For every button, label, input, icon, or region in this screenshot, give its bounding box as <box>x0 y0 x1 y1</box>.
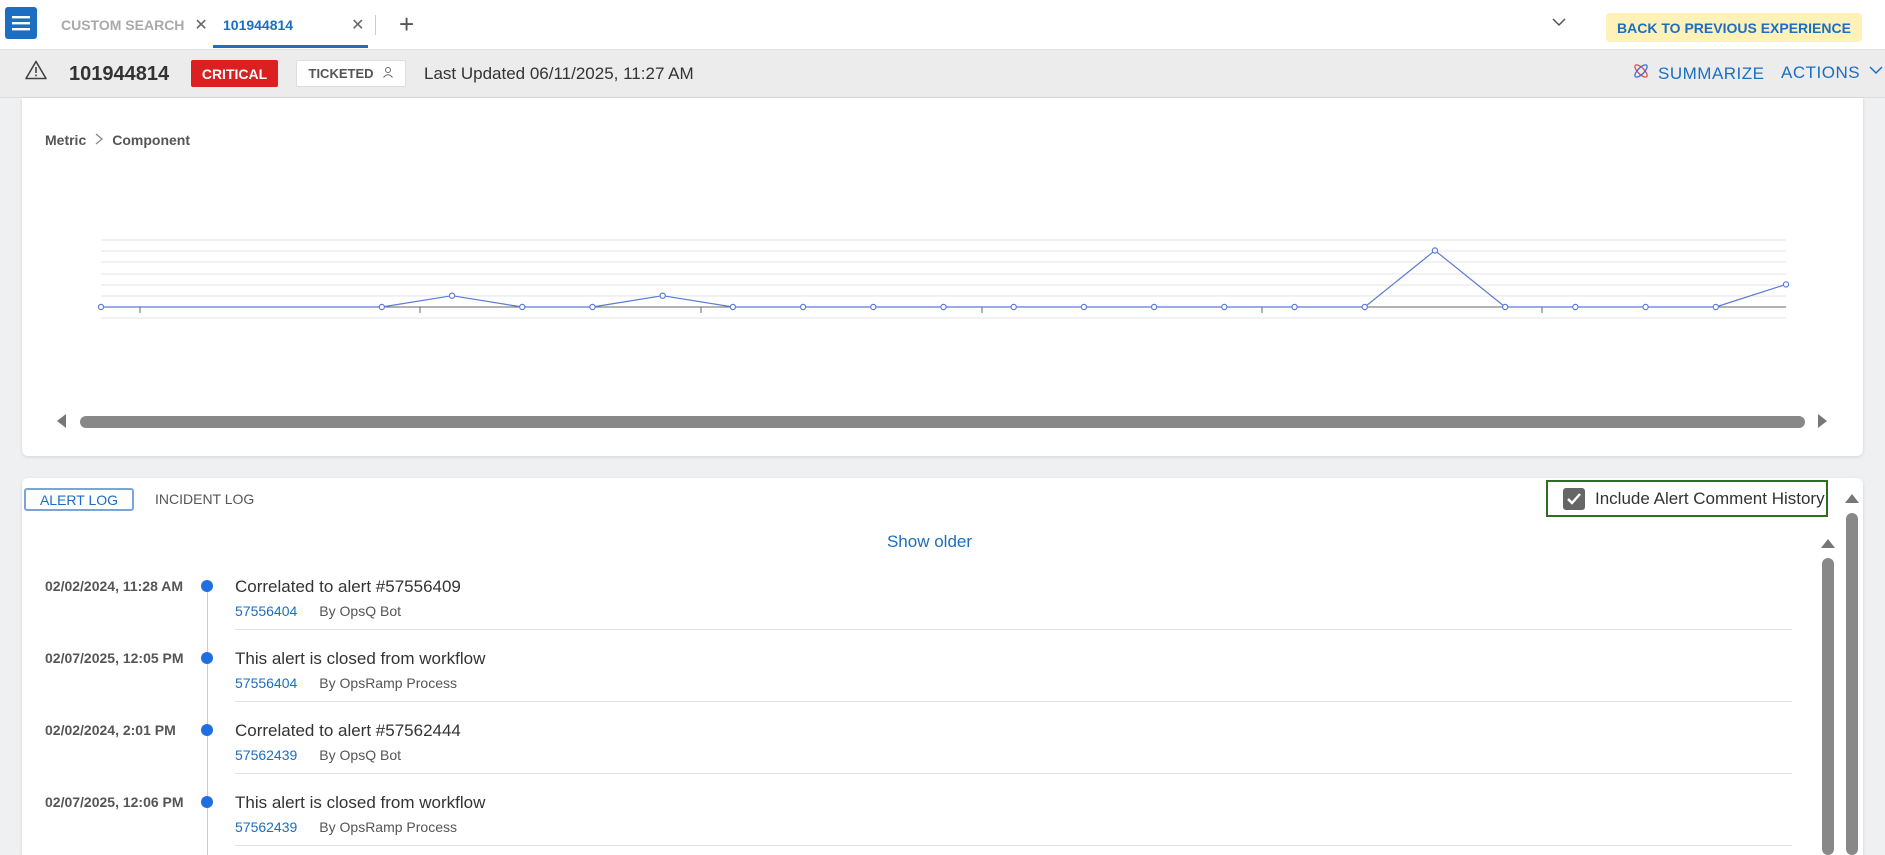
close-icon[interactable]: ✕ <box>194 15 207 35</box>
ticketed-label: TICKETED <box>308 66 374 81</box>
chart-data-point <box>519 303 526 311</box>
tab-divider <box>375 15 376 35</box>
back-to-previous-experience-button[interactable]: BACK TO PREVIOUS EXPERIENCE <box>1606 13 1862 42</box>
include-alert-comment-history-toggle[interactable]: Include Alert Comment History <box>1546 480 1828 517</box>
log-entry-meta: 57556404 By OpsRamp Process <box>235 675 457 691</box>
log-entry: 02/02/2024, 2:01 PM Correlated to alert … <box>22 721 1792 793</box>
chart-data-point <box>940 303 947 311</box>
tab-custom-search[interactable]: CUSTOM SEARCH ✕ <box>61 0 208 49</box>
log-entry-date: 02/07/2025, 12:05 PM <box>45 650 184 666</box>
alert-link[interactable]: 57562439 <box>235 747 297 763</box>
log-entry: 02/07/2025, 12:06 PM This alert is close… <box>22 793 1792 855</box>
log-entry-meta: 57562439 By OpsRamp Process <box>235 819 457 835</box>
scroll-right-arrow-icon[interactable] <box>1817 414 1827 433</box>
summarize-button[interactable]: SUMMARIZE <box>1632 62 1765 85</box>
last-updated-text: Last Updated 06/11/2025, 11:27 AM <box>424 64 694 83</box>
add-tab-icon[interactable]: + <box>399 8 414 40</box>
chart-data-point <box>589 303 596 311</box>
chart-data-point <box>799 303 807 311</box>
show-older-link[interactable]: Show older <box>22 532 1837 552</box>
severity-badge: CRITICAL <box>191 60 278 87</box>
divider <box>235 773 1792 774</box>
alert-header-bar: 101944814 CRITICAL TICKETED Last Updated… <box>0 50 1885 98</box>
chart-data-point <box>1501 303 1509 311</box>
log-vertical-scrollbar[interactable] <box>1822 558 1834 855</box>
chart-data-point <box>729 303 737 311</box>
close-icon[interactable]: ✕ <box>351 15 364 35</box>
alert-link[interactable]: 57562439 <box>235 819 297 835</box>
timeline-dot <box>201 724 213 736</box>
chart-data-point <box>1361 303 1368 311</box>
chart-data-point <box>870 303 877 311</box>
log-entry-title: This alert is closed from workflow <box>235 649 486 668</box>
log-entry-date: 02/07/2025, 12:06 PM <box>45 794 184 810</box>
divider <box>235 629 1792 630</box>
log-entry-author: By OpsRamp Process <box>319 819 458 835</box>
log-entry-author: By OpsQ Bot <box>319 747 401 763</box>
tab-custom-search-label: CUSTOM SEARCH <box>61 16 185 33</box>
tab-alert-101944814[interactable]: 101944814 ✕ <box>223 0 364 49</box>
chart-data-point <box>1782 281 1790 288</box>
log-entry-author: By OpsRamp Process <box>319 675 458 691</box>
tab-alert-label: 101944814 <box>223 16 294 33</box>
chart-data-point <box>378 303 386 311</box>
log-entry: 02/02/2024, 11:28 AM Correlated to alert… <box>22 577 1792 649</box>
alert-id: 101944814 <box>69 63 170 85</box>
log-entry-date: 02/02/2024, 2:01 PM <box>45 722 176 738</box>
summarize-label: SUMMARIZE <box>1658 63 1765 83</box>
log-entry-title: Correlated to alert #57556409 <box>235 577 461 596</box>
timeline-dot <box>201 580 213 592</box>
include-history-label: Include Alert Comment History <box>1595 488 1825 508</box>
alert-link[interactable]: 57556404 <box>235 603 297 619</box>
scroll-left-arrow-icon[interactable] <box>57 414 67 433</box>
active-tab-indicator <box>213 45 368 48</box>
warning-triangle-icon <box>25 60 47 85</box>
inner-scroll-up-arrow-icon[interactable] <box>1821 536 1835 554</box>
divider <box>235 845 1792 846</box>
chart-data-point <box>448 292 456 299</box>
alert-link[interactable]: 57556404 <box>235 675 297 691</box>
log-entry-date: 02/02/2024, 11:28 AM <box>45 578 184 594</box>
chart-data-point <box>1080 303 1088 311</box>
outer-scroll-up-arrow-icon[interactable] <box>1845 491 1859 509</box>
actions-dropdown[interactable]: ACTIONS <box>1781 62 1884 83</box>
chart-data-point <box>1221 303 1228 311</box>
chart-data-point <box>1150 303 1158 311</box>
divider <box>235 701 1792 702</box>
chart-data-point <box>659 292 666 299</box>
timeline-dot <box>201 796 213 808</box>
ticketed-status-badge[interactable]: TICKETED <box>296 60 406 87</box>
tab-alert-log[interactable]: ALERT LOG <box>24 488 134 511</box>
chevron-down-icon[interactable] <box>1551 14 1567 35</box>
show-older-label[interactable]: Show older <box>887 532 972 551</box>
chart-data-point <box>97 303 105 311</box>
chart-horizontal-scrollbar[interactable] <box>80 416 1805 428</box>
log-entry-meta: 57562439 By OpsQ Bot <box>235 747 401 763</box>
log-entry-title: This alert is closed from workflow <box>235 793 486 812</box>
chart-data-point <box>1431 247 1439 254</box>
top-tab-bar: CUSTOM SEARCH ✕ 101944814 ✕ + BACK TO PR… <box>0 0 1885 50</box>
chart-series-line <box>101 249 1787 308</box>
metric-chart-card: Metric Component <box>22 98 1863 456</box>
hamburger-menu-icon[interactable] <box>5 7 37 39</box>
ai-sparkle-icon <box>1632 62 1650 85</box>
chevron-down-icon <box>1868 62 1884 83</box>
chart-data-point <box>1010 303 1017 311</box>
alert-log-card: ALERT LOG INCIDENT LOG Include Alert Com… <box>22 478 1863 855</box>
timeline-dot <box>201 652 213 664</box>
include-history-checkbox[interactable] <box>1563 487 1585 510</box>
log-entry-title: Correlated to alert #57562444 <box>235 721 461 740</box>
user-icon <box>382 66 394 81</box>
actions-label: ACTIONS <box>1781 62 1861 82</box>
log-entry: 02/07/2025, 12:05 PM This alert is close… <box>22 649 1792 721</box>
line-chart <box>97 239 1790 319</box>
log-entry-author: By OpsQ Bot <box>319 603 401 619</box>
chart-data-point <box>1572 303 1579 311</box>
chart-data-point <box>1642 303 1649 311</box>
outer-vertical-scrollbar[interactable] <box>1846 513 1858 855</box>
chart-data-point <box>1712 303 1719 311</box>
tab-incident-log[interactable]: INCIDENT LOG <box>155 491 254 507</box>
log-entry-meta: 57556404 By OpsQ Bot <box>235 603 401 619</box>
chart-data-point <box>1291 303 1298 311</box>
